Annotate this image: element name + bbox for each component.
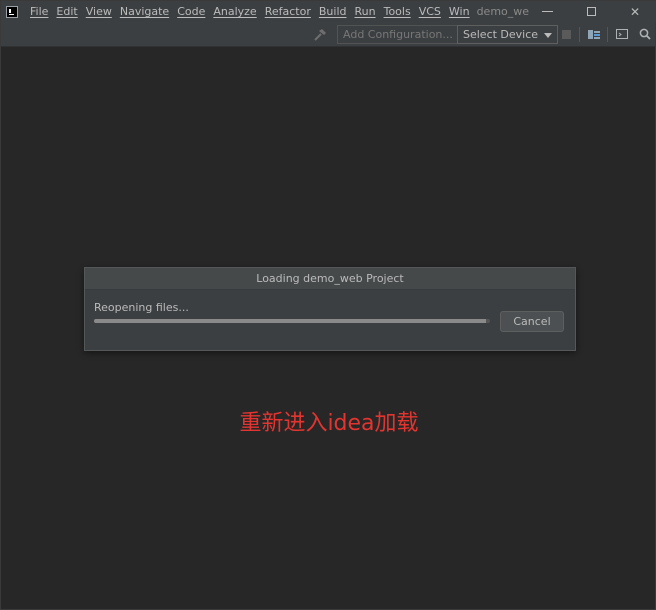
annotation-caption: 重新进入idea加载 bbox=[239, 411, 419, 436]
select-device-combo[interactable]: Select Device bbox=[457, 25, 559, 44]
window-controls: ✕ bbox=[525, 1, 656, 22]
build-hammer-icon[interactable] bbox=[313, 28, 327, 42]
menu-run[interactable]: Run bbox=[351, 1, 380, 22]
menu-window[interactable]: Win bbox=[445, 1, 474, 22]
menu-navigate[interactable]: Navigate bbox=[116, 1, 173, 22]
maximize-button[interactable] bbox=[569, 1, 613, 22]
menu-view[interactable]: View bbox=[82, 1, 116, 22]
select-device-label: Select Device bbox=[463, 28, 539, 41]
menu-bar: File Edit View Navigate Code Analyze Ref… bbox=[26, 1, 529, 22]
terminal-icon[interactable] bbox=[616, 28, 628, 40]
search-icon[interactable] bbox=[639, 28, 651, 40]
toolbar-separator bbox=[607, 27, 608, 42]
menu-tools[interactable]: Tools bbox=[380, 1, 415, 22]
progress-bar bbox=[94, 319, 490, 323]
add-configuration-combo[interactable]: Add Configuration... bbox=[337, 25, 459, 44]
menu-build[interactable]: Build bbox=[315, 1, 351, 22]
intellij-logo-icon[interactable] bbox=[6, 5, 18, 18]
dialog-title: Loading demo_web Project bbox=[85, 268, 575, 290]
cancel-button[interactable]: Cancel bbox=[500, 311, 564, 332]
stop-icon[interactable] bbox=[562, 30, 571, 39]
project-title: demo_we bbox=[476, 5, 530, 18]
progress-status-text: Reopening files... bbox=[94, 301, 189, 314]
minimize-icon bbox=[541, 11, 553, 12]
toolbar-separator bbox=[579, 27, 580, 42]
menu-analyze[interactable]: Analyze bbox=[209, 1, 260, 22]
close-icon: ✕ bbox=[629, 4, 641, 19]
chevron-down-icon bbox=[544, 32, 553, 38]
ide-window: File Edit View Navigate Code Analyze Ref… bbox=[0, 0, 656, 610]
menu-vcs[interactable]: VCS bbox=[415, 1, 445, 22]
menu-refactor[interactable]: Refactor bbox=[261, 1, 315, 22]
menu-file[interactable]: File bbox=[26, 1, 52, 22]
progress-bar-fill bbox=[94, 319, 487, 323]
menu-code[interactable]: Code bbox=[173, 1, 209, 22]
menu-edit[interactable]: Edit bbox=[52, 1, 81, 22]
maximize-icon bbox=[586, 7, 596, 16]
project-structure-icon[interactable] bbox=[588, 28, 600, 40]
loading-project-dialog: Loading demo_web Project Reopening files… bbox=[84, 267, 576, 351]
close-button[interactable]: ✕ bbox=[613, 1, 656, 22]
minimize-button[interactable] bbox=[525, 1, 569, 22]
title-bar: File Edit View Navigate Code Analyze Ref… bbox=[1, 1, 656, 22]
main-toolbar: Add Configuration... Select Device bbox=[1, 22, 655, 47]
